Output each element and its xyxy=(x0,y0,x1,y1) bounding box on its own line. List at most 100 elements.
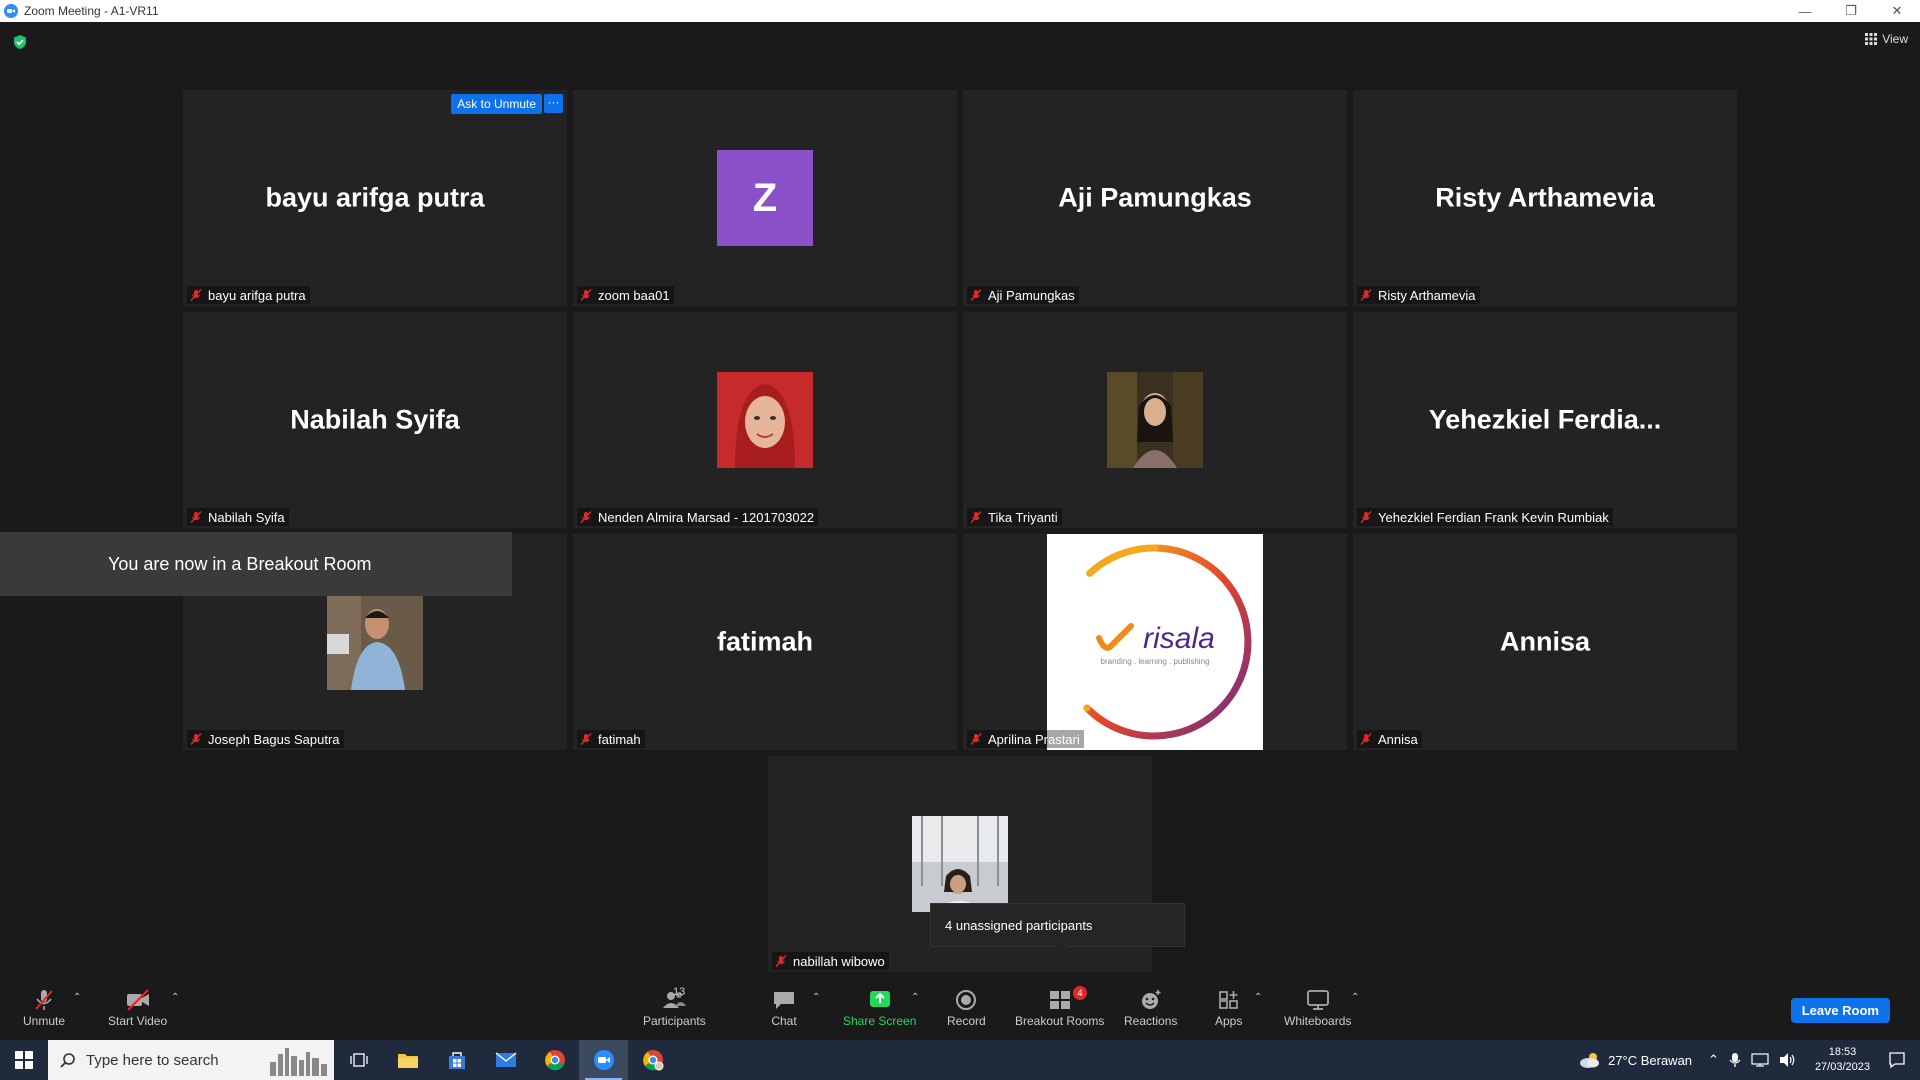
breakout-room-banner: You are now in a Breakout Room xyxy=(0,532,512,596)
view-label: View xyxy=(1882,32,1908,46)
network-icon[interactable] xyxy=(1751,1053,1769,1067)
chat-icon xyxy=(774,992,794,1009)
windows-taskbar: Type here to search 27°C Berawan ⌃ 18:53… xyxy=(0,1040,1920,1080)
participant-name-label: zoom baa01 xyxy=(577,286,674,304)
minimize-button[interactable]: — xyxy=(1782,0,1828,22)
participant-name-label: Annisa xyxy=(1357,730,1422,748)
participant-tile[interactable]: Nabilah Syifa Nabilah Syifa xyxy=(183,312,567,528)
chrome-button[interactable] xyxy=(530,1040,579,1080)
mic-muted-icon xyxy=(580,511,592,523)
microphone-icon[interactable] xyxy=(1729,1052,1741,1068)
search-placeholder: Type here to search xyxy=(86,1051,219,1069)
mic-muted-icon xyxy=(35,990,53,1010)
reactions-icon xyxy=(1141,990,1161,1009)
task-view-button[interactable] xyxy=(334,1040,383,1080)
weather-widget[interactable]: 27°C Berawan xyxy=(1578,1051,1692,1069)
volume-icon[interactable] xyxy=(1779,1052,1797,1068)
participant-name-label: fatimah xyxy=(577,730,645,748)
unmute-button[interactable]: Unmute xyxy=(23,988,65,1028)
video-options-caret[interactable]: ⌃ xyxy=(171,992,179,1003)
participants-button[interactable]: 13 Participants xyxy=(643,986,706,1028)
video-off-icon xyxy=(126,989,149,1011)
tooltip-arrow xyxy=(1054,946,1068,953)
audio-options-caret[interactable]: ⌃ xyxy=(73,992,81,1003)
participant-profile-photo xyxy=(327,594,423,690)
zoom-taskbar-button[interactable] xyxy=(579,1040,628,1080)
breakout-rooms-icon xyxy=(1049,991,1070,1009)
mic-muted-icon xyxy=(775,955,787,967)
participant-name-label: Aprilina Prastari xyxy=(967,730,1084,748)
leave-room-button[interactable]: Leave Room xyxy=(1790,998,1890,1023)
participant-tile[interactable]: risala branding . learning . publishing … xyxy=(963,534,1347,750)
system-tray: 27°C Berawan ⌃ 18:53 27/03/2023 xyxy=(1578,1040,1920,1080)
chrome-profile-button[interactable] xyxy=(628,1040,677,1080)
participant-tile[interactable]: Risty Arthamevia Risty Arthamevia xyxy=(1353,90,1737,306)
breakout-rooms-button[interactable]: 4 Breakout Rooms xyxy=(1015,986,1104,1028)
participant-name-label: Yehezkiel Ferdian Frank Kevin Rumbiak xyxy=(1357,508,1613,526)
mic-muted-icon xyxy=(1360,289,1372,301)
participant-name-label: nabillah wibowo xyxy=(772,952,889,970)
participant-tile[interactable]: Tika Triyanti xyxy=(963,312,1347,528)
participant-display-name: fatimah xyxy=(716,626,814,657)
taskbar-search-box[interactable]: Type here to search xyxy=(48,1040,334,1080)
participant-profile-photo xyxy=(1107,372,1203,468)
microsoft-store-button[interactable] xyxy=(432,1040,481,1080)
chat-options-caret[interactable]: ⌃ xyxy=(812,992,820,1003)
start-video-button[interactable]: Start Video xyxy=(108,988,167,1028)
participant-tile[interactable]: Aji Pamungkas Aji Pamungkas xyxy=(963,90,1347,306)
mic-muted-icon xyxy=(190,289,202,301)
apps-options-caret[interactable]: ⌃ xyxy=(1254,992,1262,1003)
share-screen-icon xyxy=(869,991,890,1007)
risala-logo: risala branding . learning . publishing xyxy=(1056,544,1252,740)
record-button[interactable]: Record xyxy=(947,988,986,1028)
participant-tile[interactable]: fatimah fatimah xyxy=(573,534,957,750)
participant-name-label: bayu arifga putra xyxy=(187,286,310,304)
participant-display-name: Annisa xyxy=(1499,626,1591,657)
taskbar-clock[interactable]: 18:53 27/03/2023 xyxy=(1815,1045,1870,1075)
risala-wordmark: risala xyxy=(1143,622,1215,655)
task-view-icon xyxy=(349,1053,368,1067)
whiteboards-options-caret[interactable]: ⌃ xyxy=(1351,992,1359,1003)
participant-tile[interactable]: Z zoom baa01 xyxy=(573,90,957,306)
view-button[interactable]: View xyxy=(1865,32,1908,46)
close-button[interactable]: ✕ xyxy=(1874,0,1920,22)
mic-muted-icon xyxy=(190,733,202,745)
unassigned-participants-tooltip: 4 unassigned participants xyxy=(930,903,1185,947)
reactions-button[interactable]: Reactions xyxy=(1124,988,1177,1028)
chat-button[interactable]: Chat xyxy=(771,988,797,1028)
participant-display-name: Yehezkiel Ferdia... xyxy=(1428,404,1662,435)
meeting-toolbar: Unmute ⌃ Start Video ⌃ 13 Participants C… xyxy=(0,978,1920,1040)
mic-muted-icon xyxy=(970,289,982,301)
mail-icon xyxy=(495,1052,516,1067)
zoom-icon xyxy=(593,1050,614,1070)
apps-button[interactable]: Apps xyxy=(1215,988,1242,1028)
record-icon xyxy=(956,990,977,1010)
participant-name-label: Nenden Almira Marsad - 1201703022 xyxy=(577,508,819,526)
share-options-caret[interactable]: ⌃ xyxy=(911,992,919,1003)
participant-tile[interactable]: bayu arifga putra Ask to Unmute ··· bayu… xyxy=(183,90,567,306)
restore-button[interactable]: ❐ xyxy=(1828,0,1874,22)
participant-tile[interactable]: Yehezkiel Ferdia... Yehezkiel Ferdian Fr… xyxy=(1353,312,1737,528)
participant-tile[interactable]: Annisa Annisa xyxy=(1353,534,1737,750)
file-explorer-button[interactable] xyxy=(383,1040,432,1080)
show-hidden-icons-chevron[interactable]: ⌃ xyxy=(1708,1052,1719,1068)
whiteboards-button[interactable]: Whiteboards xyxy=(1284,988,1351,1028)
search-highlight-skyline-icon xyxy=(270,1048,327,1076)
tile-more-button[interactable]: ··· xyxy=(544,94,563,113)
whiteboard-icon xyxy=(1306,990,1329,1010)
share-screen-button[interactable]: Share Screen xyxy=(843,988,916,1028)
mic-muted-icon xyxy=(970,733,982,745)
participant-tile[interactable]: Nenden Almira Marsad - 1201703022 xyxy=(573,312,957,528)
ask-to-unmute-button[interactable]: Ask to Unmute xyxy=(451,94,542,114)
start-button[interactable] xyxy=(0,1040,48,1080)
mail-button[interactable] xyxy=(481,1040,530,1080)
chrome-profile-icon xyxy=(642,1050,663,1071)
window-title: Zoom Meeting - A1-VR11 xyxy=(24,4,159,18)
mic-muted-icon xyxy=(1360,733,1372,745)
participant-display-name: Aji Pamungkas xyxy=(1058,182,1252,213)
encryption-shield-icon[interactable] xyxy=(12,34,28,50)
risala-tagline: branding . learning . publishing xyxy=(1101,657,1210,666)
mic-muted-icon xyxy=(580,289,592,301)
notifications-icon[interactable] xyxy=(1888,1051,1906,1069)
participant-display-name: Risty Arthamevia xyxy=(1435,182,1655,213)
